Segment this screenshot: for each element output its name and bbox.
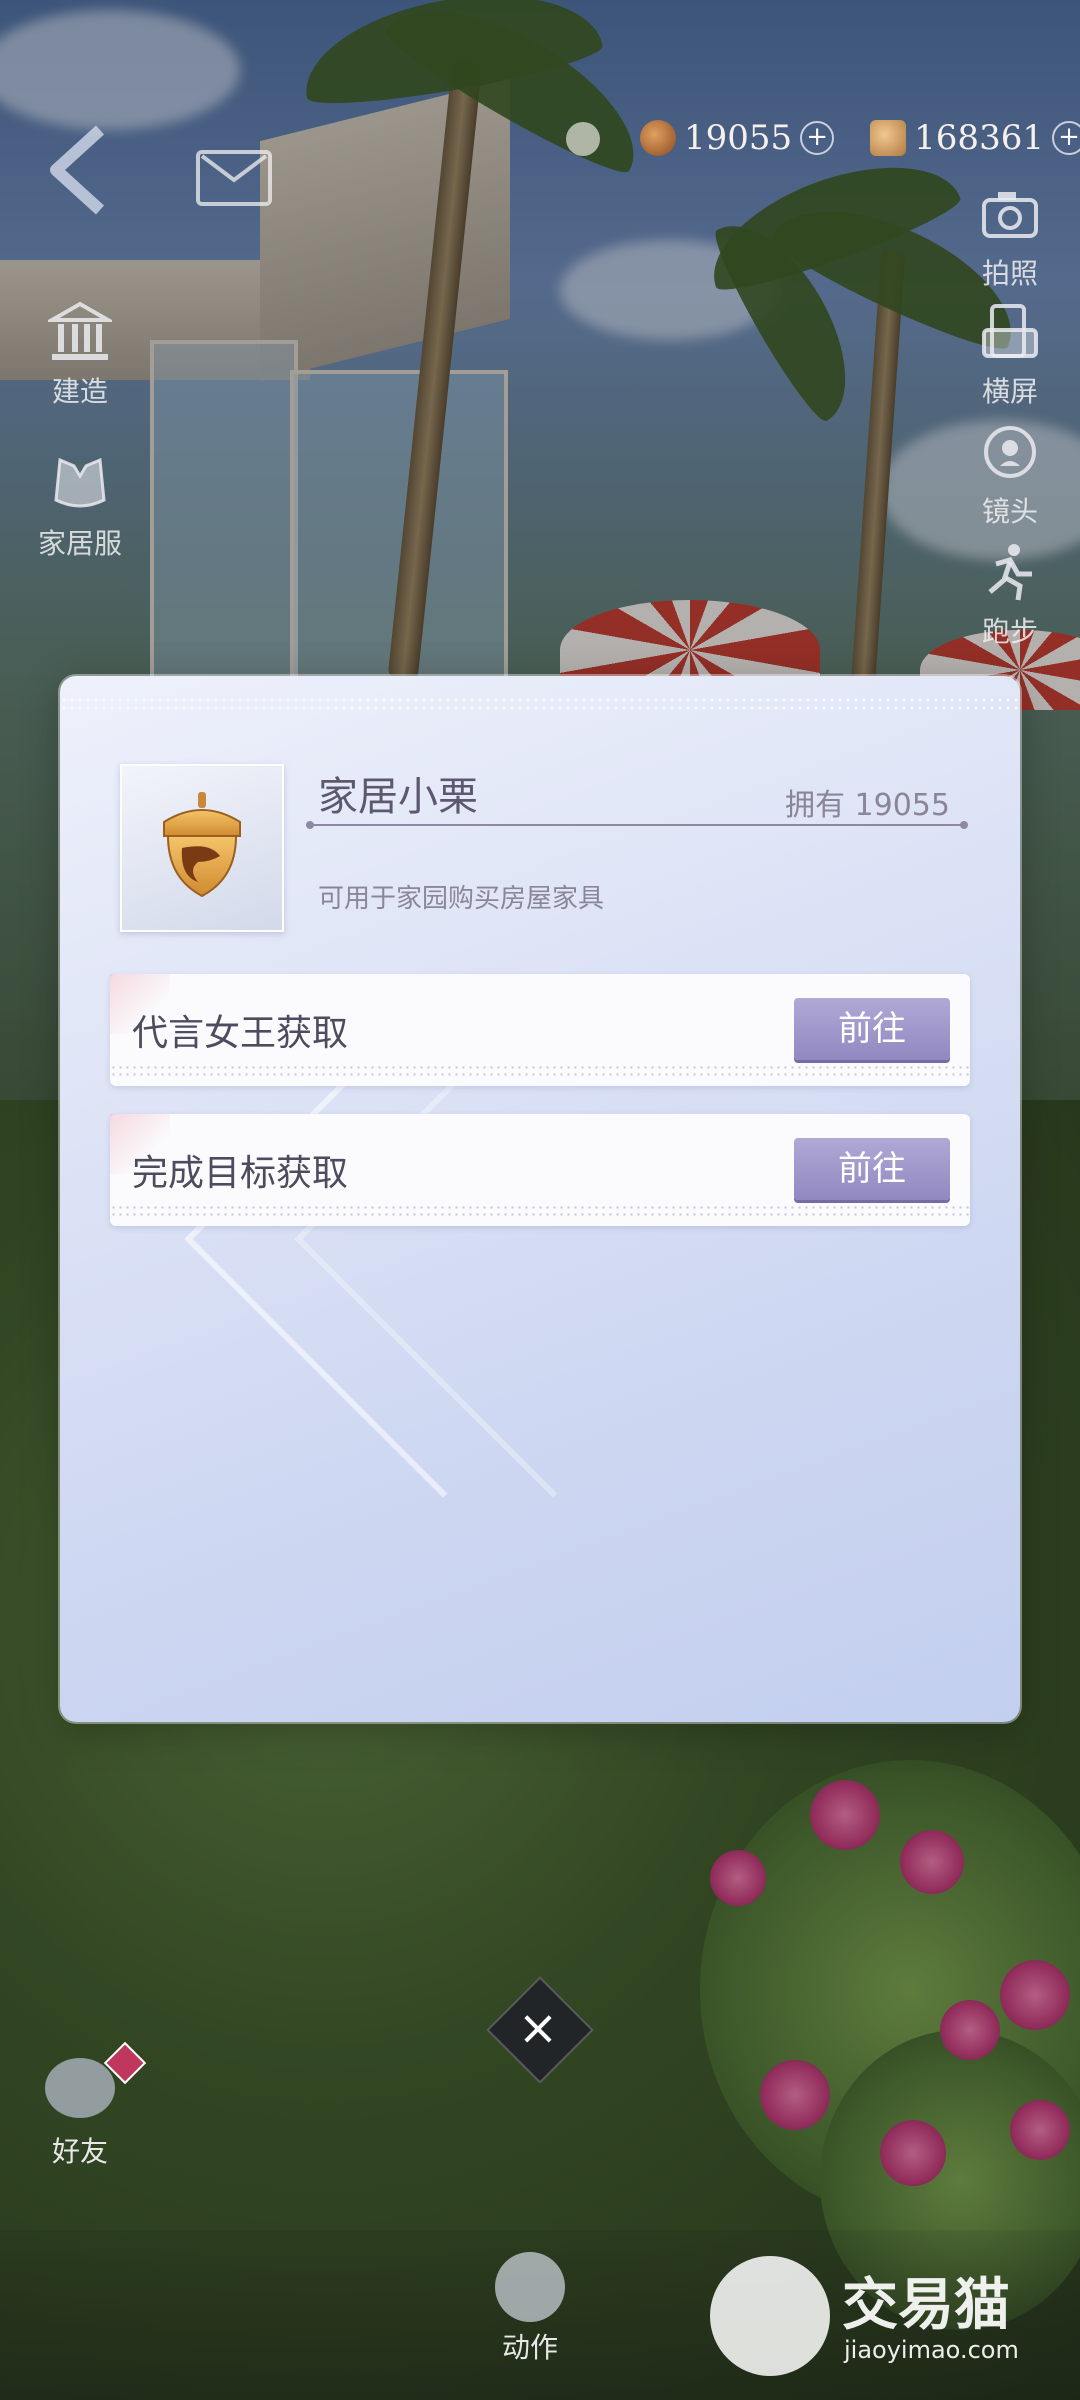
crystal-icon (870, 120, 907, 156)
camera-icon (982, 192, 1038, 238)
acorn-icon (163, 792, 241, 898)
menu-item-outfit-label: 家居服 (37, 527, 122, 560)
menu-item-run-label: 跑步 (981, 615, 1038, 648)
currency-crystal: 168361 + (870, 118, 1080, 158)
action-label: 动作 (501, 2331, 558, 2364)
go-button[interactable]: 前往 (794, 998, 950, 1060)
rotate-screen-icon (982, 304, 1038, 358)
game-screen: 19055 + 168361 + 建造 家居服 拍照 横屏 镜头 跑步 家居小栗… (0, 0, 1080, 2400)
back-arrow-icon[interactable] (36, 120, 116, 220)
add-acorn-button[interactable]: + (800, 121, 835, 155)
decorative-dots (60, 696, 1020, 714)
status-dot (566, 122, 600, 156)
menu-item-camera-label: 拍照 (981, 257, 1038, 290)
menu-item-landscape[interactable]: 横屏 (950, 300, 1070, 410)
menu-item-lens-label: 镜头 (981, 495, 1038, 528)
currency-bar: 19055 + 168361 + (640, 118, 1080, 158)
close-button[interactable]: × (502, 1992, 574, 2064)
build-icon (48, 301, 112, 360)
watermark-title: 交易猫 (842, 2273, 1010, 2338)
source-label: 完成目标获取 (132, 1153, 349, 1194)
source-row-goals: 完成目标获取 前往 (110, 1114, 970, 1226)
item-name: 家居小栗 (318, 774, 478, 820)
add-crystal-button[interactable]: + (1051, 121, 1080, 155)
action-button[interactable]: 动作 (480, 2252, 580, 2366)
item-owned-count: 拥有 19055 (785, 788, 950, 823)
menu-item-outfit[interactable]: 家居服 (20, 452, 140, 562)
item-info-dialog: 家居小栗 拥有 19055 可用于家园购买房屋家具 代言女王获取 前往 完成目标… (60, 676, 1020, 1722)
menu-item-camera[interactable]: 拍照 (950, 182, 1070, 292)
outfit-icon (54, 457, 106, 508)
menu-item-landscape-label: 横屏 (981, 375, 1038, 408)
acorn-icon (640, 120, 676, 156)
run-icon (988, 544, 1032, 601)
currency-crystal-value: 168361 (914, 118, 1044, 158)
go-button[interactable]: 前往 (794, 1138, 950, 1200)
watermark-logo (710, 2256, 830, 2376)
currency-acorn: 19055 + (640, 118, 835, 158)
menu-item-build-label: 建造 (51, 375, 108, 408)
lens-icon (984, 426, 1036, 478)
friends-label: 好友 (51, 2135, 108, 2168)
item-icon-frame (120, 764, 284, 932)
menu-item-run[interactable]: 跑步 (950, 540, 1070, 650)
menu-item-lens[interactable]: 镜头 (950, 420, 1070, 530)
friends-icon (45, 2058, 115, 2118)
action-icon (495, 2252, 565, 2322)
watermark-url: jiaoyimao.com (844, 2336, 1019, 2364)
divider (306, 821, 968, 829)
currency-acorn-value: 19055 (684, 118, 793, 158)
source-row-ambassador: 代言女王获取 前往 (110, 974, 970, 1086)
mail-icon[interactable] (196, 150, 272, 206)
source-label: 代言女王获取 (132, 1013, 349, 1054)
watermark: 交易猫 jiaoyimao.com (710, 2256, 1040, 2376)
item-description: 可用于家园购买房屋家具 (318, 884, 605, 914)
menu-item-build[interactable]: 建造 (20, 300, 140, 410)
